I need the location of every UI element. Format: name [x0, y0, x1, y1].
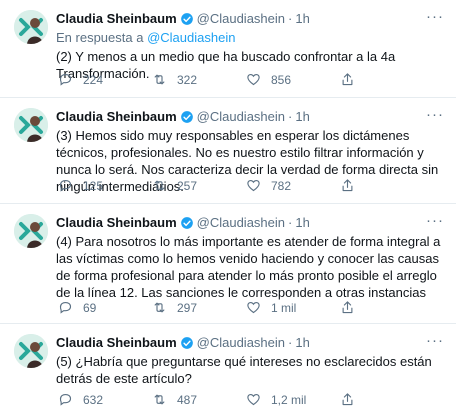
avatar-logo-icon — [14, 214, 48, 248]
like-count: 1 mil — [271, 300, 297, 315]
tweet-thread: Claudia Sheinbaum @Claudiashein · 1h ···… — [0, 0, 456, 418]
reply-count: 125 — [83, 178, 104, 193]
verified-badge-icon — [180, 216, 193, 229]
retweet-count: 487 — [177, 392, 198, 407]
tweet-header: Claudia Sheinbaum @Claudiashein · 1h — [56, 214, 444, 231]
share-button[interactable] — [340, 72, 365, 87]
share-icon — [342, 301, 353, 314]
retweet-count: 257 — [177, 178, 198, 193]
reply-count: 224 — [83, 72, 104, 87]
author-handle[interactable]: @Claudiashein — [197, 214, 285, 231]
retweet-count: 322 — [177, 72, 198, 87]
retweet-button[interactable]: 322 — [152, 72, 246, 87]
tweet-content: Claudia Sheinbaum @Claudiashein · 1h ···… — [56, 212, 444, 301]
retweet-button[interactable]: 257 — [152, 178, 246, 193]
verified-badge-icon — [180, 110, 193, 123]
retweet-icon — [154, 180, 165, 191]
like-count: 1,2 mil — [271, 392, 307, 407]
reply-button[interactable]: 224 — [58, 72, 152, 87]
author-handle[interactable]: @Claudiashein — [197, 334, 285, 351]
heart-icon — [247, 73, 260, 86]
reply-icon — [59, 301, 72, 314]
heart-icon — [247, 393, 260, 406]
separator-dot: · — [288, 215, 293, 230]
retweet-button[interactable]: 487 — [152, 392, 246, 407]
tweet-actions: 224 322 856 — [58, 72, 444, 87]
tweet-header: Claudia Sheinbaum @Claudiashein · 1h — [56, 10, 444, 27]
share-icon — [342, 179, 353, 192]
retweet-count: 297 — [177, 300, 198, 315]
tweet-time[interactable]: 1h — [295, 334, 309, 351]
reply-to-line: En respuesta a @Claudiashein — [56, 29, 444, 46]
more-icon[interactable]: ··· — [426, 8, 444, 25]
avatar[interactable] — [14, 334, 48, 368]
tweet-text: (5) ¿Habría que preguntarse qué interese… — [56, 354, 432, 386]
heart-icon — [247, 179, 260, 192]
heart-icon — [247, 301, 260, 314]
reply-count: 69 — [83, 300, 97, 315]
share-icon — [342, 393, 353, 406]
tweet-header: Claudia Sheinbaum @Claudiashein · 1h — [56, 334, 444, 351]
reply-icon — [59, 393, 72, 406]
tweet-content: Claudia Sheinbaum @Claudiashein · 1h ···… — [56, 332, 444, 387]
reply-to-label: En respuesta a — [56, 30, 144, 45]
tweet-time[interactable]: 1h — [295, 214, 309, 231]
like-button[interactable]: 782 — [246, 178, 340, 193]
like-button[interactable]: 1,2 mil — [246, 392, 340, 407]
avatar-logo-icon — [14, 334, 48, 368]
reply-button[interactable]: 69 — [58, 300, 152, 315]
share-icon — [342, 73, 353, 86]
avatar[interactable] — [14, 10, 48, 44]
like-count: 856 — [271, 72, 292, 87]
reply-count: 632 — [83, 392, 104, 407]
avatar-logo-icon — [14, 108, 48, 142]
tweet[interactable]: Claudia Sheinbaum @Claudiashein · 1h ···… — [0, 204, 456, 324]
avatar-logo-icon — [14, 10, 48, 44]
tweet-time[interactable]: 1h — [295, 108, 309, 125]
tweet[interactable]: Claudia Sheinbaum @Claudiashein · 1h ···… — [0, 0, 456, 98]
more-icon[interactable]: ··· — [426, 212, 444, 229]
retweet-icon — [154, 302, 165, 313]
separator-dot: · — [288, 11, 293, 26]
tweet-header: Claudia Sheinbaum @Claudiashein · 1h — [56, 108, 444, 125]
author-handle[interactable]: @Claudiashein — [197, 10, 285, 27]
share-button[interactable] — [340, 178, 365, 193]
avatar[interactable] — [14, 108, 48, 142]
author-name[interactable]: Claudia Sheinbaum — [56, 10, 177, 27]
more-icon[interactable]: ··· — [426, 332, 444, 349]
separator-dot: · — [288, 335, 293, 350]
tweet-actions: 632 487 1,2 mil — [58, 392, 444, 407]
reply-button[interactable]: 632 — [58, 392, 152, 407]
tweet-actions: 69 297 1 mil — [58, 300, 444, 315]
reply-icon — [59, 179, 72, 192]
retweet-icon — [154, 394, 165, 405]
separator-dot: · — [288, 109, 293, 124]
author-name[interactable]: Claudia Sheinbaum — [56, 334, 177, 351]
author-handle[interactable]: @Claudiashein — [197, 108, 285, 125]
author-name[interactable]: Claudia Sheinbaum — [56, 108, 177, 125]
retweet-button[interactable]: 297 — [152, 300, 246, 315]
reply-to-mention[interactable]: @Claudiashein — [147, 30, 235, 45]
like-count: 782 — [271, 178, 292, 193]
share-button[interactable] — [340, 300, 365, 315]
more-icon[interactable]: ··· — [426, 106, 444, 123]
like-button[interactable]: 1 mil — [246, 300, 340, 315]
tweet[interactable]: Claudia Sheinbaum @Claudiashein · 1h ···… — [0, 98, 456, 204]
like-button[interactable]: 856 — [246, 72, 340, 87]
tweet-time[interactable]: 1h — [295, 10, 309, 27]
author-name[interactable]: Claudia Sheinbaum — [56, 214, 177, 231]
share-button[interactable] — [340, 392, 365, 407]
retweet-icon — [154, 74, 165, 85]
reply-button[interactable]: 125 — [58, 178, 152, 193]
verified-badge-icon — [180, 336, 193, 349]
avatar[interactable] — [14, 214, 48, 248]
reply-icon — [59, 73, 72, 86]
tweet-actions: 125 257 782 — [58, 178, 444, 193]
verified-badge-icon — [180, 12, 193, 25]
tweet[interactable]: Claudia Sheinbaum @Claudiashein · 1h ···… — [0, 324, 456, 418]
tweet-text: (4) Para nosotros lo más importante es a… — [56, 234, 441, 300]
